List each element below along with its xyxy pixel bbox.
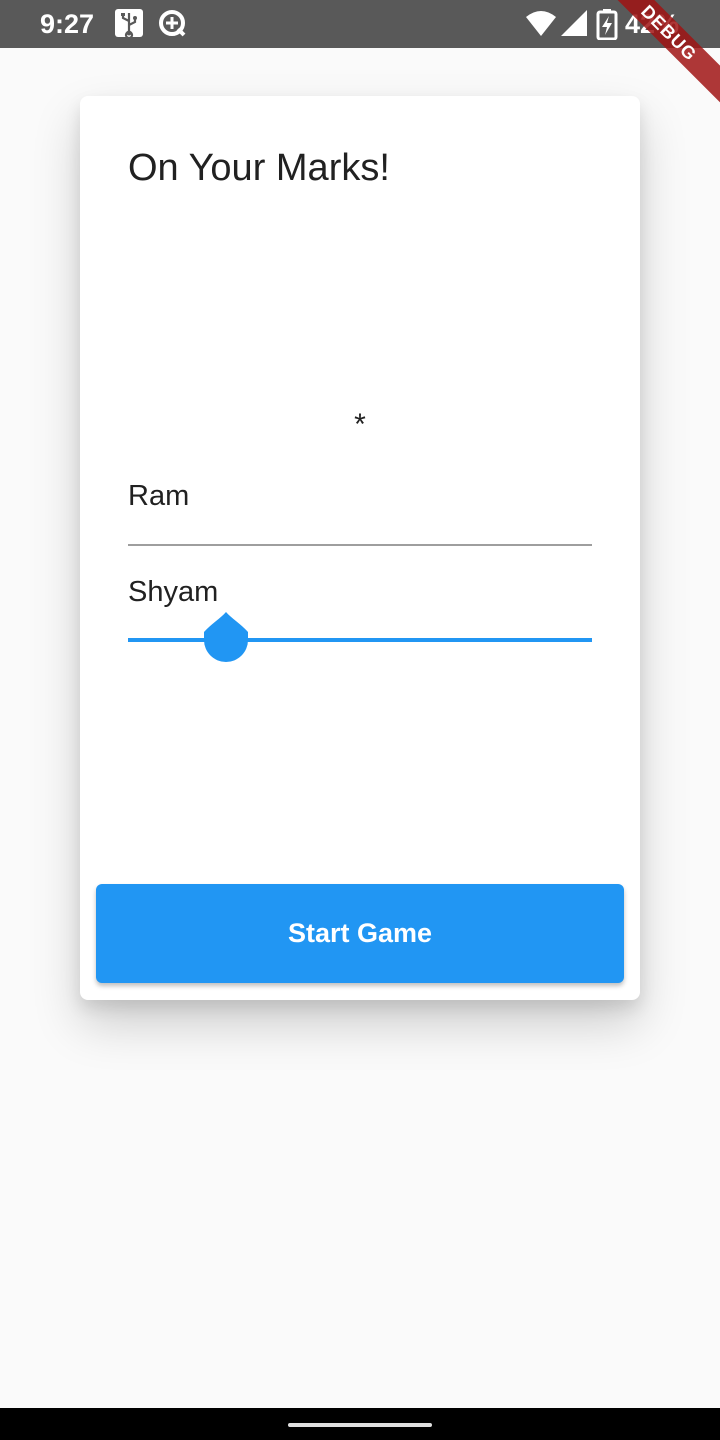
slider-thumb-handle[interactable]: [203, 610, 249, 666]
player2-slider[interactable]: [128, 612, 592, 668]
start-game-button[interactable]: Start Game: [96, 884, 624, 983]
setup-card: On Your Marks! * Ram Shyam Start Game: [80, 96, 640, 1000]
signal-icon: [560, 8, 592, 40]
slider-track[interactable]: [128, 638, 592, 642]
wifi-icon: [525, 8, 557, 40]
page-title: On Your Marks!: [128, 147, 390, 189]
status-time: 9:27: [40, 9, 95, 39]
home-gesture-handle[interactable]: [288, 1423, 432, 1427]
data-saver-icon: [157, 8, 189, 40]
battery-charging-icon: [596, 8, 618, 41]
player1-name-value: Ram: [128, 480, 190, 512]
status-bar: 9:27 42% DEBUG: [0, 0, 720, 103]
asterisk-marker: *: [354, 408, 366, 441]
player2-name-field[interactable]: Shyam: [128, 572, 218, 612]
navigation-bar: [0, 1408, 720, 1440]
player1-name-field[interactable]: Ram: [128, 476, 592, 546]
usb-icon: [114, 8, 146, 40]
